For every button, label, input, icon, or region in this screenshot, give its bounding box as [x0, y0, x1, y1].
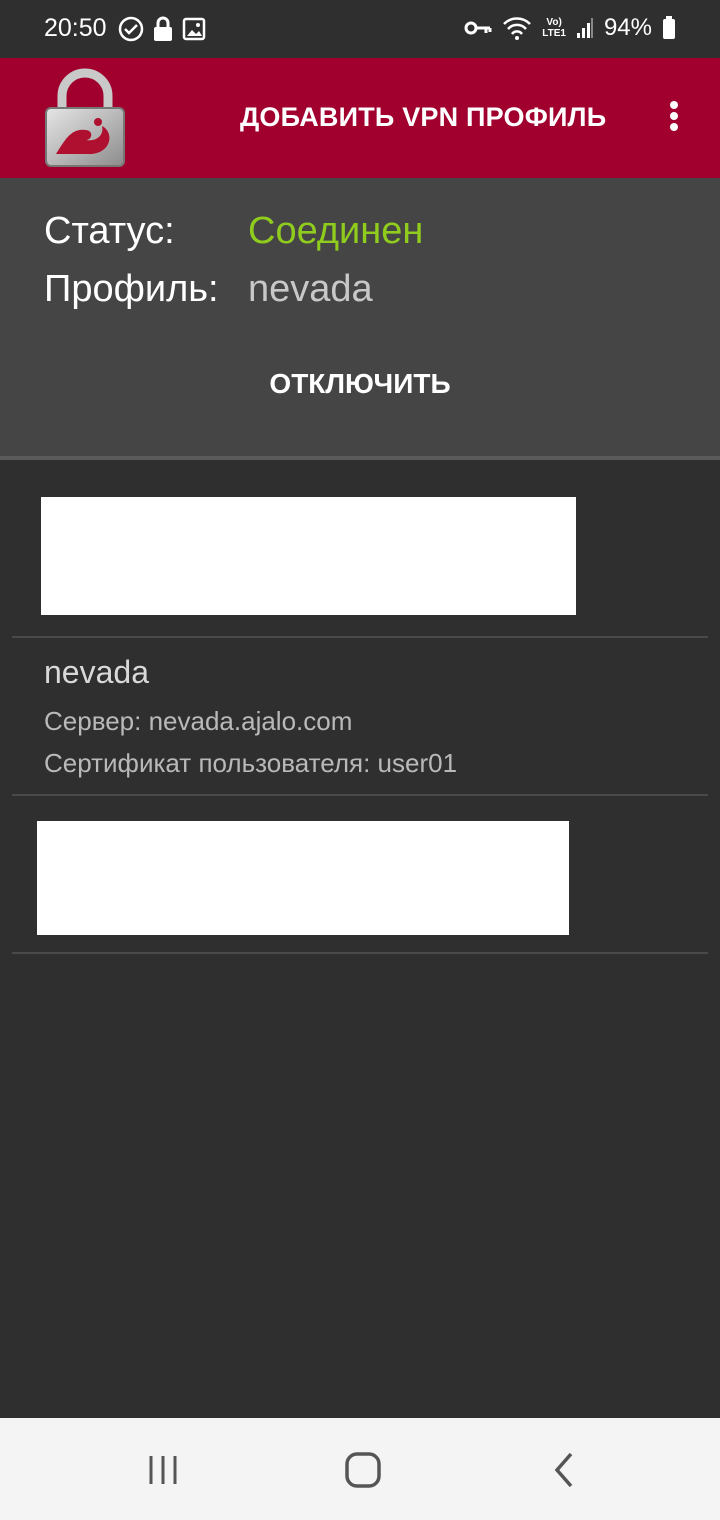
navigation-bar — [0, 1418, 720, 1520]
system-icons: Vo) LTE1 94% — [464, 14, 676, 42]
image-icon — [182, 17, 206, 41]
notification-icons — [118, 16, 206, 42]
profile-value: nevada — [248, 268, 373, 310]
wifi-icon — [502, 15, 532, 41]
check-circle-icon — [118, 16, 144, 42]
clock: 20:50 — [44, 14, 107, 42]
battery-percent: 94% — [603, 14, 652, 41]
profile-label: Профиль: — [44, 268, 219, 310]
redacted-block — [41, 497, 576, 615]
home-icon[interactable] — [341, 1448, 385, 1492]
profile-list-item[interactable]: nevada Сервер: nevada.ajalo.com Сертифик… — [12, 638, 708, 796]
redacted-block — [37, 821, 569, 935]
volte-label: Vo) — [546, 17, 562, 28]
profile-list-item[interactable] — [12, 796, 708, 954]
add-vpn-profile-button[interactable]: ДОБАВИТЬ VPN ПРОФИЛЬ — [240, 102, 606, 133]
profile-certificate: Сертификат пользователя: user01 — [44, 748, 458, 778]
more-vert-icon[interactable] — [656, 98, 692, 138]
status-bar: 20:50 Vo) LTE1 94% — [0, 0, 720, 58]
status-value: Соединен — [248, 210, 424, 252]
status-label: Статус: — [44, 210, 175, 252]
back-icon[interactable] — [543, 1448, 587, 1492]
lock-icon — [152, 16, 174, 42]
volte-lte-icon: Vo) LTE1 — [542, 17, 566, 39]
connection-status-panel: Статус: Соединен Профиль: nevada ОТКЛЮЧИ… — [0, 178, 720, 460]
profile-name: nevada — [44, 654, 149, 690]
battery-icon — [662, 16, 676, 40]
disconnect-button[interactable]: ОТКЛЮЧИТЬ — [0, 368, 720, 400]
vpn-key-icon — [464, 19, 492, 37]
recents-icon[interactable] — [141, 1448, 185, 1492]
strongswan-lock-logo — [42, 68, 128, 168]
profile-server: Сервер: nevada.ajalo.com — [44, 706, 353, 736]
lte-label: LTE1 — [542, 28, 566, 39]
profile-list-item[interactable] — [12, 460, 708, 638]
signal-icon — [576, 17, 594, 39]
app-bar: ДОБАВИТЬ VPN ПРОФИЛЬ — [0, 58, 720, 178]
